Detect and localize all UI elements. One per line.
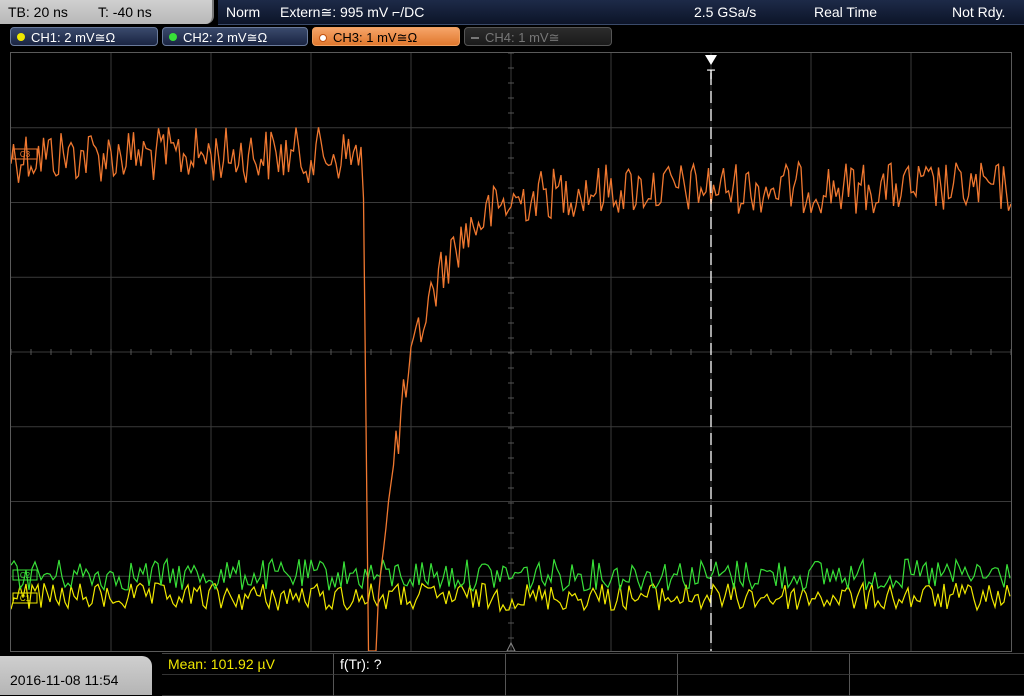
ch2-offset-marker[interactable]: C2 [12, 569, 38, 581]
measurement-cell[interactable] [678, 654, 850, 675]
mean-measurement: Mean: 101.92 µV [168, 656, 275, 672]
measurement-cell[interactable]: Mean: 101.92 µV [162, 654, 334, 675]
trigger-letter: T [707, 66, 716, 82]
status-bar: Norm Extern≅: 995 mV ⌐/DC 2.5 GSa/s Real… [218, 0, 1024, 25]
measurement-cell[interactable]: f(Tr): ? [334, 654, 506, 675]
timebase-label[interactable]: TB: 20 ns [8, 4, 68, 20]
waveform-plot[interactable]: T C3 C2 C1 [10, 52, 1012, 652]
measurement-panel[interactable]: Mean: 101.92 µV f(Tr): ? [162, 653, 1024, 696]
ch4-off-icon [471, 37, 479, 39]
measurement-cell[interactable] [506, 675, 678, 696]
channel-tab-label: CH2: 2 mV≅Ω [183, 30, 268, 45]
top-toolbar: TB: 20 ns T: -40 ns Norm Extern≅: 995 mV… [0, 0, 1024, 26]
datetime-label: 2016-11-08 11:54 [10, 672, 119, 688]
channel-tab-ch3[interactable]: CH3: 1 mV≅Ω [312, 27, 460, 46]
measurement-cell[interactable] [850, 654, 1024, 675]
ch1-marker-label: C1 [20, 594, 31, 603]
trigger-mode-label[interactable]: Norm [226, 4, 260, 20]
ch2-marker-label: C2 [20, 571, 31, 580]
trigger-arrow-icon[interactable] [705, 55, 717, 65]
channel-tab-ch4[interactable]: CH4: 1 mV≅ [464, 27, 612, 46]
channel-tab-ch1[interactable]: CH1: 2 mV≅Ω [10, 27, 158, 46]
measurement-cell[interactable] [506, 654, 678, 675]
ch1-indicator-icon [17, 33, 25, 41]
ch2-indicator-icon [169, 33, 177, 41]
measurement-cell[interactable] [850, 675, 1024, 696]
channel-tab-label: CH4: 1 mV≅ [485, 30, 560, 45]
acquisition-mode-label[interactable]: Real Time [814, 4, 877, 20]
waveform-display[interactable]: T C3 C2 C1 [10, 52, 1012, 652]
ch3-offset-marker[interactable]: C3 [12, 148, 38, 160]
measurement-cell[interactable] [162, 675, 334, 696]
trigger-time-label[interactable]: T: -40 ns [98, 4, 152, 20]
channel-tab-label: CH3: 1 mV≅Ω [333, 30, 418, 45]
acquisition-status-label: Not Rdy. [952, 4, 1006, 20]
ch3-marker-label: C3 [20, 150, 31, 159]
channel-tabs: CH1: 2 mV≅Ω CH2: 2 mV≅Ω CH3: 1 mV≅Ω CH4:… [0, 27, 1024, 49]
measurement-cell[interactable] [334, 675, 506, 696]
trigger-source-label[interactable]: Extern≅: 995 mV ⌐/DC [280, 4, 424, 21]
frequency-measurement: f(Tr): ? [340, 656, 382, 672]
measurement-cell[interactable] [678, 675, 850, 696]
channel-tab-ch2[interactable]: CH2: 2 mV≅Ω [162, 27, 308, 46]
datetime-box: 2016-11-08 11:54 [0, 656, 152, 695]
ch3-indicator-icon [319, 34, 327, 42]
timebase-box[interactable]: TB: 20 ns T: -40 ns [0, 0, 214, 24]
sample-rate-label[interactable]: 2.5 GSa/s [694, 4, 756, 20]
channel-tab-label: CH1: 2 mV≅Ω [31, 30, 116, 45]
